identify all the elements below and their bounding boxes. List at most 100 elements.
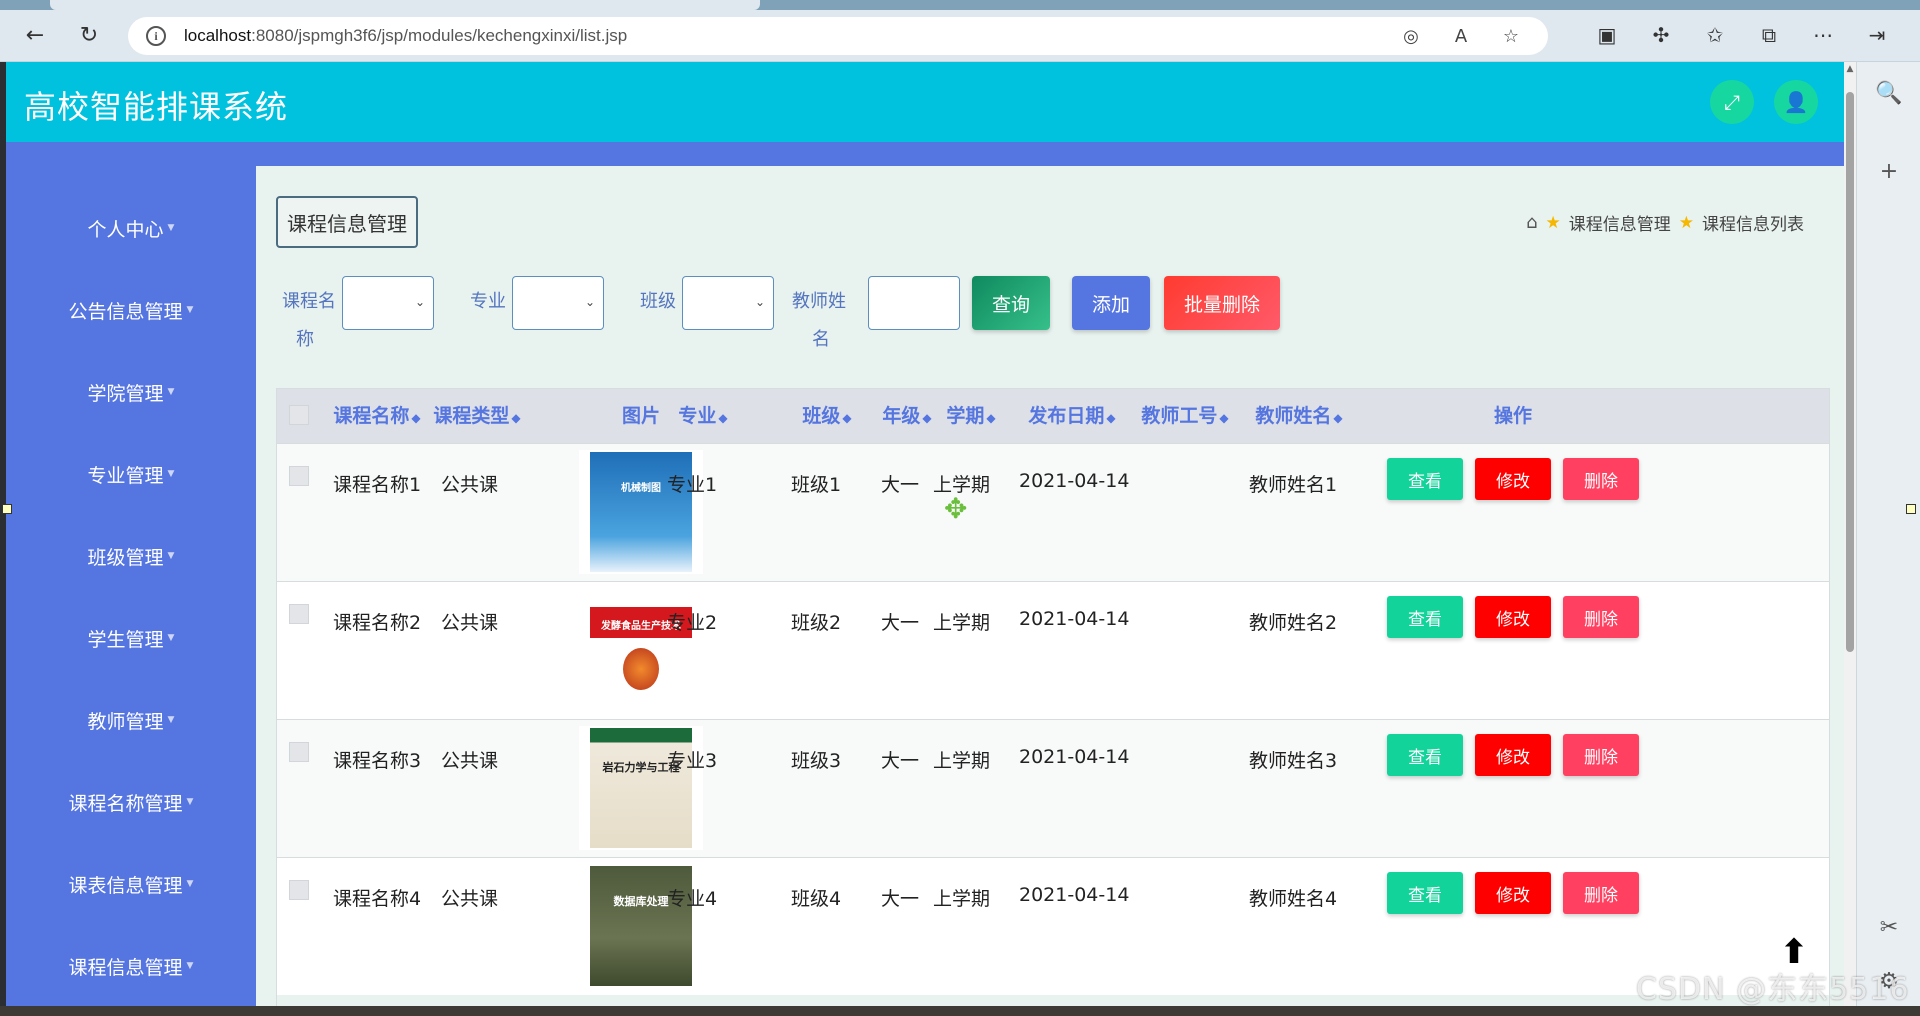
cell-grade: 大一 (881, 474, 920, 496)
batch-delete-button[interactable]: 批量删除 (1164, 276, 1280, 330)
th-class[interactable]: 班级 ◆ (777, 389, 877, 443)
cell-teacher-name: 教师姓名4 (1249, 888, 1338, 910)
view-button[interactable]: 查看 (1387, 734, 1463, 776)
more-menu-icon[interactable]: ⋯ (1806, 18, 1840, 52)
delete-button[interactable]: 删除 (1563, 458, 1639, 500)
cell-course-name: 课程名称3 (333, 750, 422, 772)
sidebar-item-major[interactable]: 专业管理 ▼ (6, 454, 256, 494)
delete-button[interactable]: 删除 (1563, 734, 1639, 776)
caret-down-icon: ▼ (186, 961, 194, 971)
sidebar-item-personal-center[interactable]: 个人中心 ▼ (6, 208, 256, 248)
resize-handle-right[interactable] (1906, 504, 1916, 514)
th-course-type[interactable]: 课程类型 ◆ (427, 389, 527, 443)
screenshot-icon[interactable]: ✂ (1874, 912, 1904, 942)
row-checkbox[interactable] (289, 466, 309, 486)
cell-publish-date: 2021-04-14 (1019, 470, 1130, 492)
search-icon[interactable]: 🔍 (1874, 78, 1904, 108)
collections-icon[interactable]: ⧉ (1752, 18, 1786, 52)
add-icon[interactable]: + (1874, 156, 1904, 186)
cell-major: 专业1 (667, 474, 718, 496)
caret-down-icon: ▼ (167, 387, 175, 397)
query-button[interactable]: 查询 (972, 276, 1050, 330)
edit-button[interactable]: 修改 (1475, 458, 1551, 500)
row-checkbox[interactable] (289, 742, 309, 762)
teacher-name-input[interactable] (868, 276, 960, 330)
edit-button[interactable]: 修改 (1475, 596, 1551, 638)
th-publish-date[interactable]: 发布日期 ◆ (1007, 389, 1137, 443)
main-content: 课程信息管理 ⌂ ★ 课程信息管理 ★ 课程信息列表 课程名 称 ⌄ 专业 ⌄ … (256, 166, 1844, 1016)
sidebar-item-student[interactable]: 学生管理 ▼ (6, 618, 256, 658)
cell-publish-date: 2021-04-14 (1019, 608, 1130, 630)
course-name-select[interactable]: ⌄ (342, 276, 434, 330)
view-button[interactable]: 查看 (1387, 596, 1463, 638)
url-path: :8080/jspmgh3f6/jsp/modules/kechengxinxi… (251, 26, 628, 45)
row-checkbox[interactable] (289, 604, 309, 624)
edit-button[interactable]: 修改 (1475, 872, 1551, 914)
move-cursor-icon: ✥ (944, 492, 968, 525)
cell-semester: 上学期 (933, 612, 991, 634)
cell-course-type: 公共课 (441, 750, 499, 772)
delete-button[interactable]: 删除 (1563, 596, 1639, 638)
favorite-star-icon[interactable]: ☆ (1498, 23, 1524, 49)
add-button[interactable]: 添加 (1072, 276, 1150, 330)
active-tab[interactable] (50, 0, 760, 10)
sidebar-item-course-name[interactable]: 课程名称管理 ▼ (6, 782, 256, 822)
header-label: 班级 (802, 405, 841, 427)
resize-handle-left[interactable] (2, 504, 12, 514)
read-aloud-icon[interactable]: A (1448, 23, 1474, 49)
caret-down-icon: ▼ (167, 469, 175, 479)
select-all-checkbox[interactable] (289, 405, 309, 425)
scrollbar-thumb[interactable] (1846, 92, 1854, 652)
sidebar-item-college[interactable]: 学院管理 ▼ (6, 372, 256, 412)
chevron-down-icon: ⌄ (414, 295, 425, 309)
th-semester[interactable]: 学期 ◆ (931, 389, 1011, 443)
app-title: 高校智能排课系统 (24, 88, 289, 126)
browser-toolbar: ← ↻ i localhost:8080/jspmgh3f6/jsp/modul… (0, 0, 1920, 62)
sidebar-item-label: 个人中心 (87, 218, 164, 241)
caret-down-icon: ▼ (167, 715, 175, 725)
sidebar-item-course-info[interactable]: 课程信息管理 ▼ (6, 946, 256, 986)
cell-class: 班级4 (791, 888, 842, 910)
address-bar[interactable]: i localhost:8080/jspmgh3f6/jsp/modules/k… (128, 17, 1548, 55)
major-select[interactable]: ⌄ (512, 276, 604, 330)
browser-essentials-icon[interactable]: ◎ (1398, 23, 1424, 49)
sidebar-item-timetable[interactable]: 课表信息管理 ▼ (6, 864, 256, 904)
sidebar-item-announcement[interactable]: 公告信息管理 ▼ (6, 290, 256, 330)
site-info-icon[interactable]: i (146, 26, 166, 46)
url-text[interactable]: localhost:8080/jspmgh3f6/jsp/modules/kec… (184, 26, 627, 46)
caret-down-icon: ▼ (167, 633, 175, 643)
home-icon[interactable]: ⌂ (1526, 212, 1537, 233)
breadcrumb-item[interactable]: 课程信息管理 (1569, 210, 1671, 235)
th-teacher-name[interactable]: 教师姓名 ◆ (1249, 389, 1349, 443)
split-screen-icon[interactable]: ▣ (1590, 18, 1624, 52)
row-checkbox[interactable] (289, 880, 309, 900)
section-title-button[interactable]: 课程信息管理 (276, 196, 418, 248)
back-arrow-icon[interactable]: ← (18, 18, 52, 52)
view-button[interactable]: 查看 (1387, 872, 1463, 914)
edit-button[interactable]: 修改 (1475, 734, 1551, 776)
th-course-name[interactable]: 课程名称 ◆ (327, 389, 427, 443)
table-header: 课程名称 ◆ 课程类型 ◆ 图片 专业 ◆ 班级 ◆ 年级 ◆ 学期 ◆ 发布日期 ◆ 教师工… (277, 389, 1829, 443)
tab-strip (0, 0, 1920, 10)
sidebar-item-label: 公告信息管理 (68, 300, 183, 323)
sort-icon: ◆ (718, 411, 728, 425)
table-row: 课程名称2 公共课 发酵食品生产技术 专业2 班级2 大一 上学期 2021-0… (277, 581, 1829, 719)
sidebar-toggle-icon[interactable]: ⇥ (1860, 18, 1894, 52)
delete-button[interactable]: 删除 (1563, 872, 1639, 914)
th-teacher-id[interactable]: 教师工号 ◆ (1135, 389, 1235, 443)
th-major[interactable]: 专业 ◆ (653, 389, 753, 443)
sidebar-item-teacher[interactable]: 教师管理 ▼ (6, 700, 256, 740)
user-icon[interactable]: 👤 (1774, 80, 1818, 124)
class-select[interactable]: ⌄ (682, 276, 774, 330)
favorites-icon[interactable]: ✩ (1698, 18, 1732, 52)
scroll-up-icon[interactable]: ▲ (1844, 64, 1856, 78)
extensions-icon[interactable]: ✣ (1644, 18, 1678, 52)
course-image: 发酵食品生产技术 (579, 588, 703, 712)
page-scrollbar[interactable]: ▲ (1844, 62, 1856, 1016)
sort-icon: ◆ (842, 411, 852, 425)
refresh-icon[interactable]: ↻ (72, 18, 106, 52)
fullscreen-icon[interactable]: ⤢ (1710, 80, 1754, 124)
sidebar-item-class[interactable]: 班级管理 ▼ (6, 536, 256, 576)
view-button[interactable]: 查看 (1387, 458, 1463, 500)
breadcrumb: ⌂ ★ 课程信息管理 ★ 课程信息列表 (1526, 210, 1804, 235)
